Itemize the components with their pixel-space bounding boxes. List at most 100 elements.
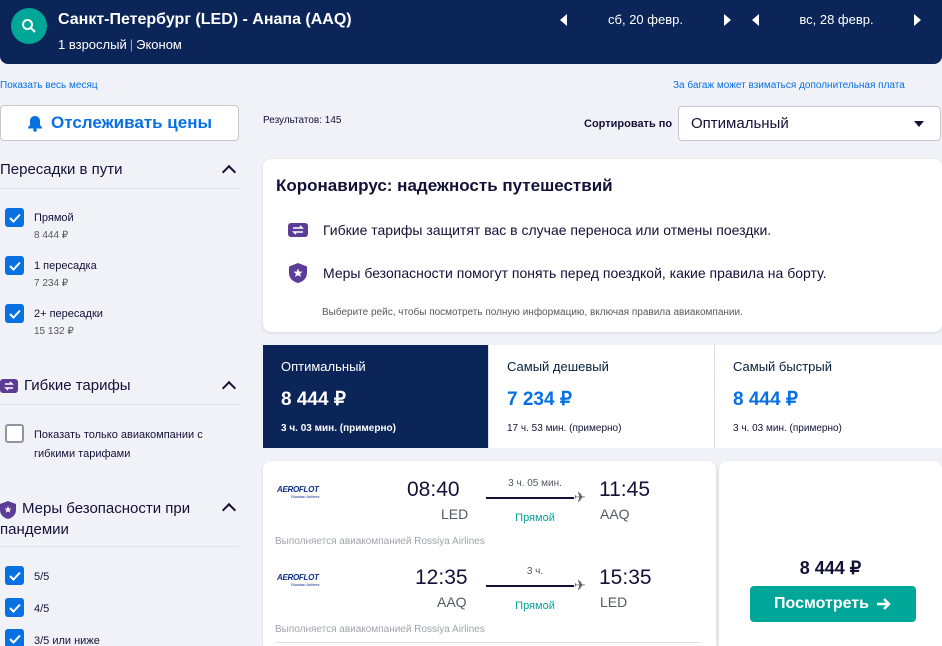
tab-cheapest-duration: 17 ч. 53 мин. (примерно) <box>507 423 622 434</box>
stops-label: Прямой <box>515 600 555 612</box>
outbound-leg: AEROFLOT Russian Airlines 08:40 LED 3 ч.… <box>263 461 716 549</box>
arrow-right-icon <box>876 598 891 610</box>
tab-cheapest-name: Самый дешевый <box>507 359 609 374</box>
safety-3-checkbox[interactable] <box>5 629 24 646</box>
flexible-only-label-line2: гибкими тарифами <box>34 448 131 460</box>
covid-flexible-text: Гибкие тарифы защитят вас в случае перен… <box>323 222 772 238</box>
sort-select[interactable]: Оптимальный <box>678 106 941 141</box>
view-flight-label: Посмотреть <box>774 595 869 612</box>
airline-logo-subtext: Russian Airlines <box>291 494 320 499</box>
airline-logo-text: AEROFLOT <box>277 485 319 494</box>
plane-icon: ✈ <box>574 577 586 593</box>
tab-cheapest[interactable]: Самый дешевый 7 234 ₽ 17 ч. 53 мин. (при… <box>489 345 715 448</box>
stops-filter-header[interactable]: Пересадки в пути <box>0 161 239 180</box>
stops-direct-checkbox[interactable] <box>5 208 24 227</box>
checkmark-icon <box>8 603 21 613</box>
depart-airport: LED <box>441 506 469 522</box>
price-card: 8 444 ₽ Посмотреть <box>719 461 942 646</box>
depart-prev-day-icon[interactable] <box>560 13 567 26</box>
stops-one-label: 1 пересадка <box>34 260 97 272</box>
chevron-up-icon <box>221 164 237 180</box>
return-leg: AEROFLOT Russian Airlines 12:35 AAQ 3 ч.… <box>263 549 716 637</box>
stops-two-plus-label: 2+ пересадки <box>34 308 103 320</box>
search-button[interactable] <box>11 8 47 44</box>
chevron-up-icon <box>221 502 237 518</box>
flight-price: 8 444 ₽ <box>799 558 862 578</box>
stops-two-plus-checkbox[interactable] <box>5 304 24 323</box>
return-next-day-icon[interactable] <box>914 13 921 26</box>
route-line <box>486 585 574 587</box>
depart-date[interactable]: сб, 20 февр. <box>567 12 724 27</box>
covid-title: Коронавирус: надежность путешествий <box>276 176 613 195</box>
bell-icon <box>28 115 43 132</box>
airline-logo: AEROFLOT Russian Airlines <box>277 573 333 587</box>
passenger-cabin-summary[interactable]: 1 взрослый | Эконом <box>58 37 182 52</box>
return-date-nav: вс, 28 февр. <box>752 12 921 27</box>
stops-label: Прямой <box>515 512 555 524</box>
depart-time: 08:40 <box>407 478 460 501</box>
stops-direct-price: 8 444 ₽ <box>34 230 69 241</box>
tab-fastest-price: 8 444 ₽ <box>733 389 798 410</box>
baggage-fee-link[interactable]: За багаж может взиматься дополнительная … <box>673 80 905 91</box>
safety-filter-header[interactable]: Меры безопасности при пандемии <box>0 500 239 538</box>
checkmark-icon <box>8 571 21 581</box>
operated-by: Выполняется авиакомпанией Rossiya Airlin… <box>275 536 485 547</box>
operated-by: Выполняется авиакомпанией Rossiya Airlin… <box>275 624 485 635</box>
divider <box>0 188 239 189</box>
safety-4-checkbox[interactable] <box>5 598 24 617</box>
stops-one-checkbox[interactable] <box>5 256 24 275</box>
track-prices-label: Отслеживать цены <box>51 113 212 132</box>
divider <box>0 404 239 405</box>
covid-flexible-row: Гибкие тарифы защитят вас в случае перен… <box>287 219 771 241</box>
flexible-only-label-line1: Показать только авиакомпании с <box>34 429 203 441</box>
return-date[interactable]: вс, 28 февр. <box>759 12 914 27</box>
stops-two-plus-price: 15 132 ₽ <box>34 326 74 337</box>
divider <box>275 642 702 643</box>
return-prev-day-icon[interactable] <box>752 13 759 26</box>
arrive-time: 11:45 <box>599 478 650 501</box>
checkmark-icon <box>8 634 21 644</box>
flexible-filter-title: Гибкие тарифы <box>24 377 131 394</box>
plane-icon: ✈ <box>574 489 586 505</box>
divider <box>0 546 239 547</box>
tab-best[interactable]: Оптимальный 8 444 ₽ 3 ч. 03 мин. (пример… <box>263 345 489 448</box>
leg-duration: 3 ч. <box>526 566 544 577</box>
tab-fastest-duration: 3 ч. 03 мин. (примерно) <box>733 423 842 434</box>
arrive-time: 15:35 <box>599 566 652 589</box>
flexible-ticket-icon <box>288 223 308 237</box>
airline-logo-subtext: Russian Airlines <box>291 582 320 587</box>
sort-label: Сортировать по <box>584 118 673 130</box>
depart-airport: AAQ <box>437 594 467 610</box>
passengers-label: 1 взрослый <box>58 37 127 52</box>
shield-icon <box>0 501 16 519</box>
checkmark-icon <box>8 213 21 223</box>
view-flight-button[interactable]: Посмотреть <box>750 586 916 622</box>
caret-down-icon <box>914 121 924 127</box>
tab-fastest[interactable]: Самый быстрый 8 444 ₽ 3 ч. 03 мин. (прим… <box>715 345 941 448</box>
safety-filter-title-line1: Меры безопасности при <box>22 500 191 517</box>
flexible-only-checkbox[interactable] <box>5 424 24 443</box>
route-title[interactable]: Санкт-Петербург (LED) - Анапа (AAQ) <box>58 11 352 29</box>
tab-best-price: 8 444 ₽ <box>281 389 346 410</box>
depart-time: 12:35 <box>415 566 468 589</box>
track-prices-button[interactable]: Отслеживать цены <box>0 105 239 141</box>
tab-best-name: Оптимальный <box>281 359 366 374</box>
show-month-link[interactable]: Показать весь месяц <box>0 80 98 91</box>
flight-result-card[interactable]: AEROFLOT Russian Airlines 08:40 LED 3 ч.… <box>263 461 716 646</box>
covid-safety-row: Меры безопасности помогут понять перед п… <box>287 262 827 284</box>
covid-note: Выберите рейс, чтобы посмотреть полную и… <box>322 307 743 318</box>
route-line <box>486 497 574 499</box>
chevron-up-icon <box>221 380 237 396</box>
results-count: Результатов: 145 <box>263 115 342 126</box>
stops-direct-label: Прямой <box>34 212 74 224</box>
shield-icon <box>289 263 307 283</box>
depart-next-day-icon[interactable] <box>724 13 731 26</box>
tab-fastest-name: Самый быстрый <box>733 359 832 374</box>
search-summary-bar: Санкт-Петербург (LED) - Анапа (AAQ) 1 вз… <box>0 0 942 64</box>
flexible-ticket-icon <box>0 378 18 393</box>
safety-5-checkbox[interactable] <box>5 566 24 585</box>
flexible-filter-header[interactable]: Гибкие тарифы <box>0 377 239 396</box>
safety-4-label: 4/5 <box>34 603 50 615</box>
sort-tabs: Оптимальный 8 444 ₽ 3 ч. 03 мин. (пример… <box>263 345 942 448</box>
airline-logo: AEROFLOT Russian Airlines <box>277 485 333 499</box>
